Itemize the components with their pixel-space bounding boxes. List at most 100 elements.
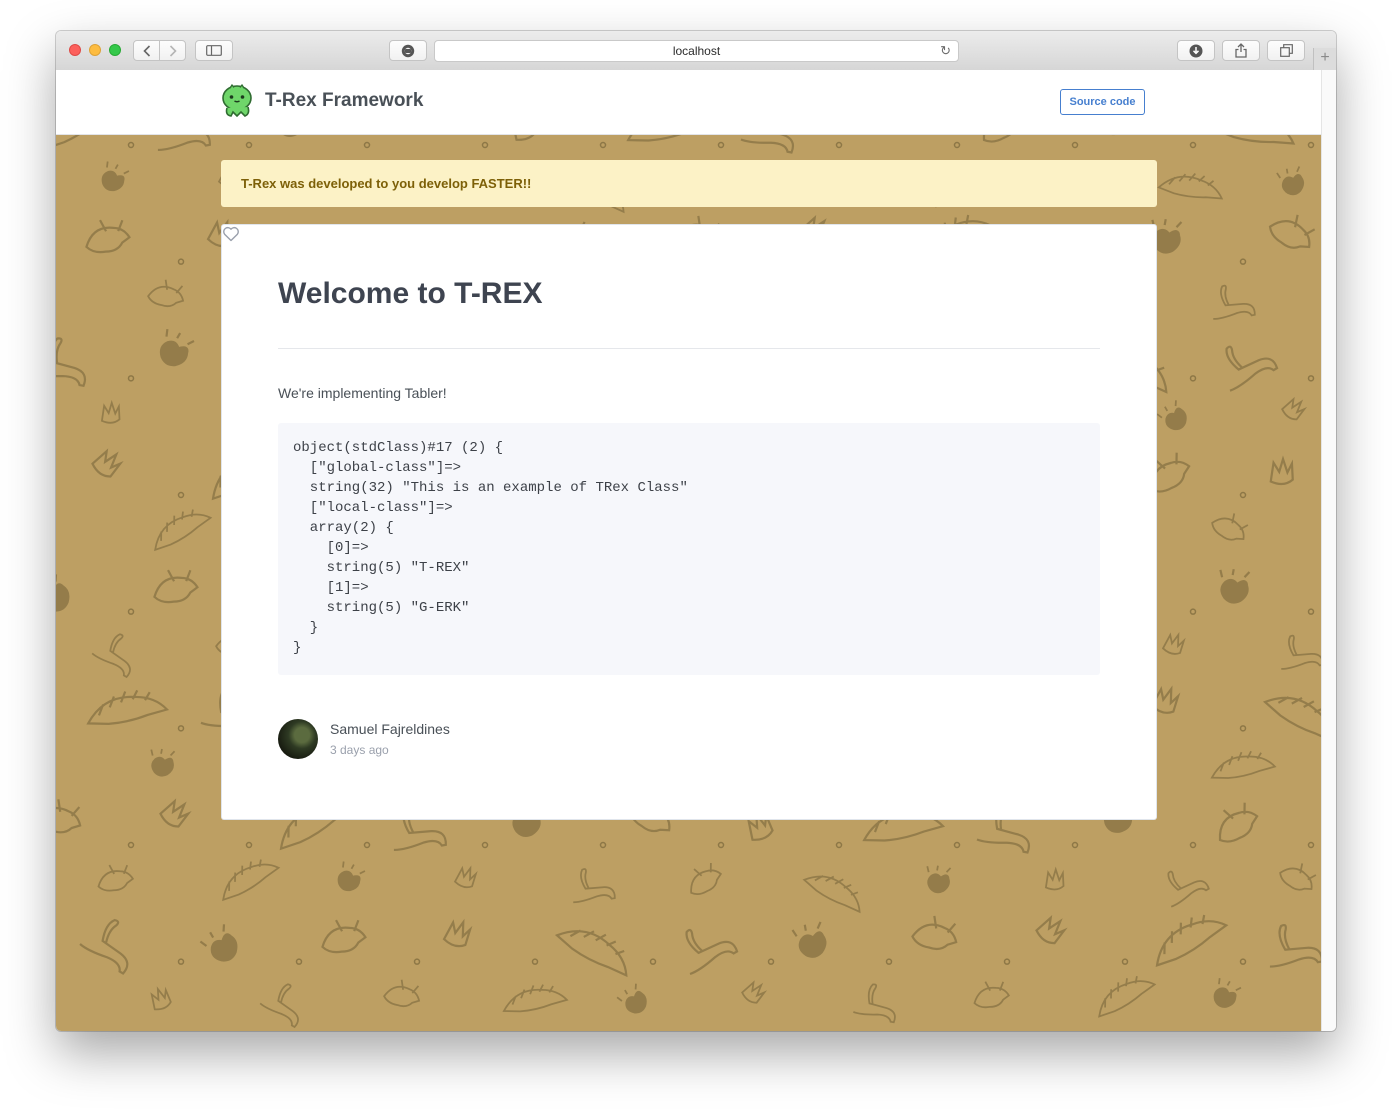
author-name[interactable]: Samuel Fajreldines: [330, 721, 450, 737]
dino-dot-263: [531, 958, 539, 965]
new-tab-icon[interactable]: +: [1313, 48, 1336, 70]
tabs-icon[interactable]: [1267, 40, 1305, 61]
page-scrollbar[interactable]: [1321, 70, 1336, 1031]
dino-motif-18: [740, 135, 795, 154]
source-code-button[interactable]: Source code: [1060, 89, 1145, 115]
dino-dot-221: [245, 841, 253, 849]
dino-motif-264: [554, 929, 628, 978]
dino-motif-108: [91, 448, 124, 478]
dino-motif-259: [383, 979, 421, 1008]
minimize-window-button[interactable]: [89, 44, 101, 56]
dino-dot-209: [1239, 725, 1247, 732]
forward-icon[interactable]: [159, 41, 185, 60]
dino-dot-5: [245, 141, 253, 149]
dino-dot-29: [1189, 141, 1197, 149]
dino-motif-3: [157, 135, 211, 152]
dino-dot-110: [177, 491, 185, 499]
reload-icon[interactable]: ↻: [940, 41, 951, 61]
dino-dot-248: [1307, 841, 1315, 849]
dino-motif-252: [79, 918, 129, 975]
dino-motif-181: [150, 748, 176, 777]
dino-motif-1: [101, 161, 130, 192]
dino-motif-273: [911, 915, 958, 951]
dino-dot-2: [127, 141, 135, 149]
dino-motif-27: [1101, 135, 1126, 136]
dino-motif-73: [100, 399, 121, 424]
browser-toolbar: localhost ↻ +: [56, 31, 1336, 71]
dino-motif-31: [1276, 166, 1305, 196]
dino-motif-0: [56, 135, 117, 151]
dino-motif-66: [1268, 214, 1316, 249]
dino-dot-239: [953, 841, 961, 849]
dino-motif-75: [159, 328, 195, 367]
code-block: object(stdClass)#17 (2) { ["global-class…: [278, 423, 1100, 675]
dino-dot-74: [127, 375, 135, 382]
dino-motif-172: [1161, 631, 1186, 655]
dino-motif-174: [1219, 569, 1251, 604]
dino-dot-137: [1239, 491, 1247, 499]
dino-motif-100: [1156, 400, 1187, 431]
dino-motif-180: [86, 689, 170, 725]
dino-dot-257: [295, 958, 303, 965]
dino-motif-64: [1213, 284, 1256, 320]
dino-motif-28: [1157, 172, 1224, 200]
address-bar[interactable]: localhost ↻: [434, 40, 959, 62]
dino-dot-104: [1307, 375, 1315, 382]
dino-dot-20: [835, 141, 843, 149]
dino-dot-254: [177, 958, 185, 965]
dino-motif-246: [1218, 802, 1259, 843]
dino-dot-218: [127, 841, 135, 849]
dino-dot-227: [481, 841, 489, 849]
avatar[interactable]: [278, 719, 318, 759]
browser-window: localhost ↻ + T-Rex Framework Source cod…: [56, 31, 1336, 1031]
dino-motif-223: [337, 861, 366, 892]
dino-motif-255: [199, 924, 238, 962]
dino-dot-182: [177, 725, 185, 732]
dino-motif-220: [222, 859, 281, 902]
sidebar-icon[interactable]: [195, 40, 233, 61]
trex-logo-icon: [222, 84, 252, 118]
dino-motif-271: [853, 983, 896, 1024]
dino-motif-267: [685, 928, 739, 976]
dino-motif-235: [802, 875, 861, 914]
close-window-button[interactable]: [69, 44, 81, 56]
dino-motif-241: [1044, 866, 1065, 891]
dino-motif-253: [150, 986, 172, 1011]
share-icon[interactable]: [1222, 40, 1260, 61]
dino-dot-32: [1307, 141, 1315, 149]
back-icon[interactable]: [134, 41, 159, 60]
dino-dot-26: [1071, 141, 1079, 149]
reader-icon[interactable]: [389, 40, 427, 61]
alert-text: T-Rex was developed to you develop FASTE…: [241, 176, 532, 191]
dino-dot-173: [1189, 608, 1197, 615]
dino-motif-24: [982, 135, 1023, 143]
dino-motif-72: [56, 337, 87, 388]
dino-dot-281: [1239, 958, 1247, 965]
dino-motif-147: [153, 569, 199, 604]
dino-motif-226: [453, 865, 478, 889]
dino-dot-230: [599, 841, 607, 849]
history-nav: [133, 40, 186, 61]
dino-motif-145: [91, 633, 131, 679]
dino-dot-260: [413, 958, 421, 965]
dino-motif-256: [259, 983, 299, 1029]
page-title: Welcome to T-REX: [278, 277, 543, 310]
alert-banner: T-Rex was developed to you develop FASTE…: [221, 160, 1157, 207]
zoom-window-button[interactable]: [109, 44, 121, 56]
brand[interactable]: T-Rex Framework: [221, 84, 423, 118]
dino-motif-109: [154, 509, 213, 552]
dino-dot-242: [1071, 841, 1079, 849]
dino-dot-8: [363, 141, 371, 149]
intro-text: We're implementing Tabler!: [278, 385, 447, 401]
dino-dot-236: [835, 841, 843, 849]
dino-motif-103: [1281, 396, 1308, 421]
dino-motif-216: [56, 799, 82, 834]
dino-motif-270: [791, 921, 827, 958]
dino-motif-21: [860, 135, 903, 137]
download-icon[interactable]: [1177, 40, 1215, 61]
dino-dot-266: [649, 958, 657, 965]
dino-motif-262: [502, 984, 569, 1013]
heart-icon[interactable]: [222, 225, 240, 243]
dino-dot-146: [127, 608, 135, 615]
dino-motif-274: [973, 981, 1011, 1009]
